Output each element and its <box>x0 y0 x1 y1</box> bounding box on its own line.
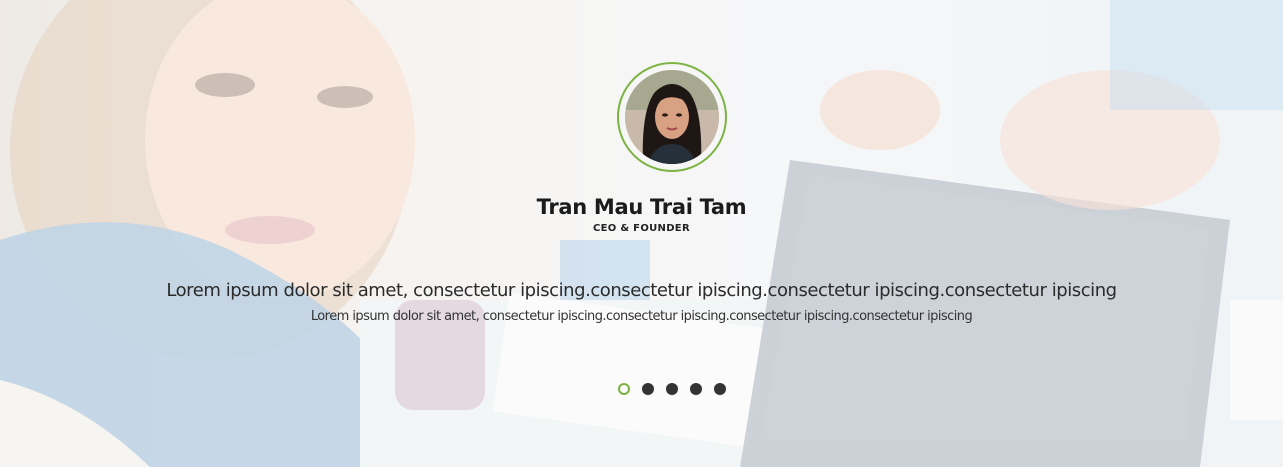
testimonial-subquote: Lorem ipsum dolor sit amet, consectetur … <box>310 309 973 324</box>
pagination-dot-4[interactable] <box>690 383 702 395</box>
testimonial-quote: Lorem ipsum dolor sit amet, consectetur … <box>166 280 1117 301</box>
person-name: Tran Mau Trai Tam <box>536 195 747 219</box>
testimonial-content: Tran Mau Trai Tam CEO & FOUNDER Lorem ip… <box>0 0 1283 467</box>
slider-pagination <box>618 383 726 395</box>
person-role: CEO & FOUNDER <box>593 223 690 234</box>
avatar <box>625 70 719 164</box>
person-photo-icon <box>625 70 719 164</box>
avatar-ring <box>617 62 727 172</box>
pagination-dot-2[interactable] <box>642 383 654 395</box>
pagination-dot-3[interactable] <box>666 383 678 395</box>
pagination-dot-5[interactable] <box>714 383 726 395</box>
testimonial-slider: Tran Mau Trai Tam CEO & FOUNDER Lorem ip… <box>0 0 1283 467</box>
pagination-dot-1[interactable] <box>618 383 630 395</box>
